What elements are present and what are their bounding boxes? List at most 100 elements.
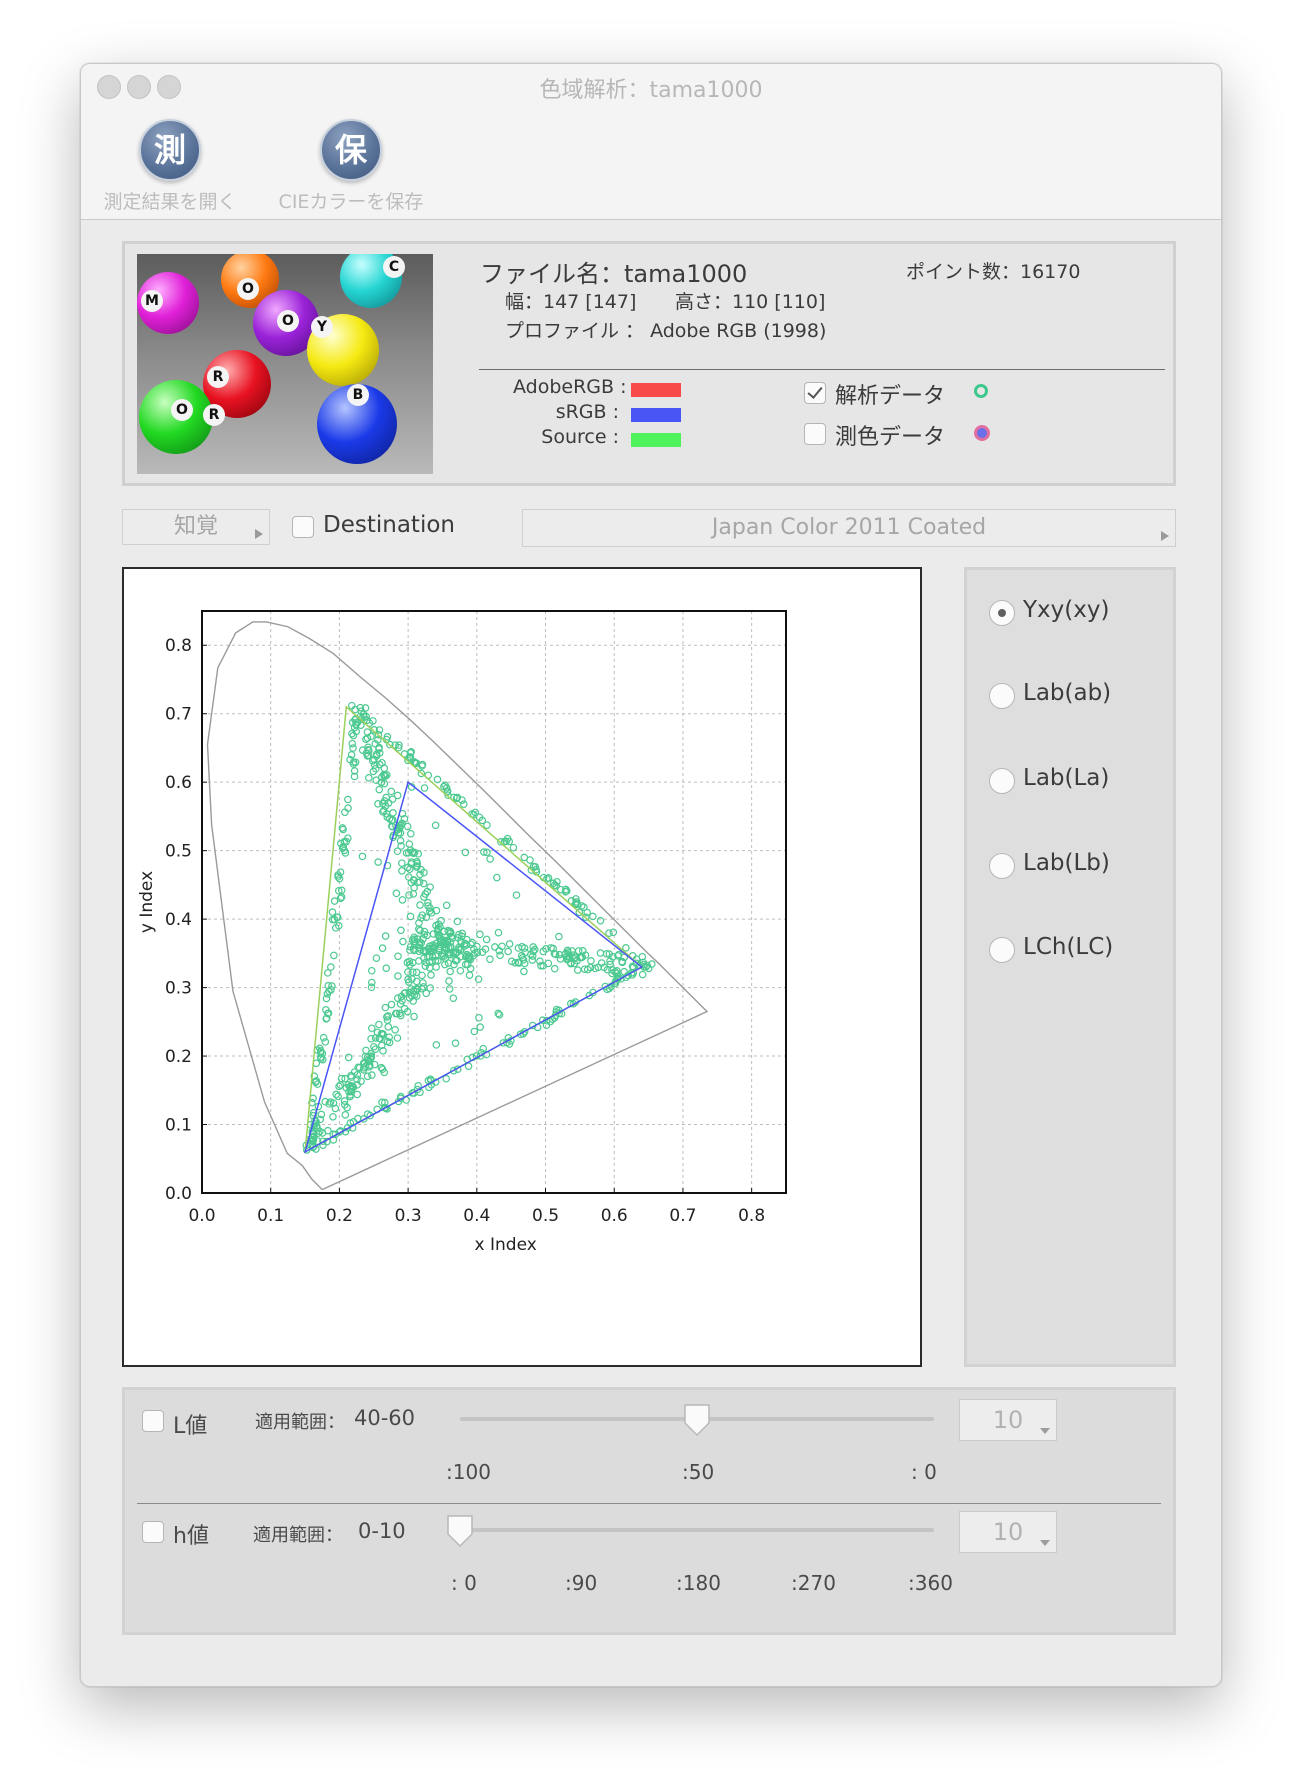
analysis-point bbox=[494, 928, 503, 937]
h-step-stepper[interactable]: 10 bbox=[959, 1511, 1057, 1553]
analysis-point bbox=[416, 901, 424, 909]
mode-radio[interactable] bbox=[989, 853, 1015, 879]
analysis-point bbox=[344, 795, 352, 804]
image-width: 幅：147 [147] bbox=[505, 291, 637, 313]
analysis-point bbox=[394, 952, 402, 961]
x-tick-label: 0.8 bbox=[738, 1206, 765, 1226]
file-name: ファイル名：tama1000 bbox=[480, 260, 748, 288]
save-cie-button[interactable]: 保 CIEカラーを保存 bbox=[271, 119, 431, 214]
h-tick-90: :90 bbox=[565, 1571, 598, 1595]
title-bar: 色域解析：tama1000 測 測定結果を開く 保 CIEカラーを保存 bbox=[81, 64, 1221, 220]
measure-icon: 測 bbox=[139, 119, 201, 181]
l-value-checkbox[interactable] bbox=[142, 1410, 164, 1432]
open-results-button[interactable]: 測 測定結果を開く bbox=[95, 119, 245, 214]
ball-letter: O bbox=[277, 310, 299, 332]
destination-checkbox[interactable] bbox=[292, 516, 314, 538]
analysis-point bbox=[520, 967, 528, 976]
analysis-point bbox=[442, 901, 451, 910]
analysis-point bbox=[476, 1023, 485, 1031]
y-tick-label: 0.1 bbox=[165, 1116, 192, 1136]
destination-profile-select[interactable]: Japan Color 2011 Coated bbox=[522, 509, 1176, 547]
y-tick-label: 0.2 bbox=[165, 1047, 192, 1067]
mode-label: Lab(ab) bbox=[1023, 680, 1112, 706]
h-slider-track[interactable] bbox=[460, 1528, 934, 1532]
slider-divider bbox=[137, 1503, 1161, 1504]
analysis-data-checkbox[interactable] bbox=[804, 382, 826, 404]
chevron-down-icon bbox=[1040, 1540, 1050, 1546]
analysis-point bbox=[622, 943, 630, 952]
mode-radio[interactable] bbox=[989, 937, 1015, 963]
gamut-analysis-window: 色域解析：tama1000 測 測定結果を開く 保 CIEカラーを保存 M O … bbox=[80, 63, 1222, 1687]
measured-data-label: 測色データ bbox=[835, 425, 946, 450]
analysis-point bbox=[461, 848, 470, 857]
y-tick-label: 0.6 bbox=[165, 773, 192, 793]
analysis-point bbox=[381, 932, 390, 940]
analysis-point bbox=[465, 971, 474, 979]
analysis-point bbox=[587, 956, 595, 965]
image-height: 高さ：110 [110] bbox=[675, 291, 826, 313]
source-image-thumbnail: M O C R Y B O R O bbox=[137, 254, 433, 474]
h-value-checkbox[interactable] bbox=[142, 1521, 164, 1543]
save-icon: 保 bbox=[320, 119, 382, 181]
analysis-point bbox=[475, 1013, 483, 1022]
analysis-point bbox=[486, 955, 494, 963]
analysis-marker-icon bbox=[974, 384, 988, 398]
analysis-point bbox=[550, 964, 559, 973]
y-tick-label: 0.4 bbox=[165, 910, 192, 930]
mode-radio[interactable] bbox=[989, 600, 1015, 626]
mode-radio[interactable] bbox=[989, 768, 1015, 794]
ball-letter: R bbox=[207, 366, 229, 388]
analysis-point bbox=[364, 774, 373, 782]
y-tick-label: 0.7 bbox=[165, 705, 192, 725]
l-slider-knob[interactable] bbox=[683, 1403, 711, 1437]
analysis-point bbox=[445, 977, 453, 985]
analysis-point bbox=[542, 1021, 551, 1029]
analysis-point bbox=[387, 1000, 396, 1009]
analysis-point bbox=[391, 1026, 399, 1034]
analysis-point bbox=[460, 800, 468, 809]
l-tick-100: :100 bbox=[446, 1460, 491, 1484]
ball-letter: C bbox=[383, 256, 405, 278]
analysis-point bbox=[446, 967, 454, 976]
legend-srgb-label: sRGB : bbox=[555, 401, 619, 423]
analysis-point bbox=[382, 964, 391, 972]
point-count: ポイント数：16170 bbox=[906, 261, 1081, 283]
analysis-point bbox=[399, 937, 407, 946]
ball-letter: R bbox=[203, 404, 225, 426]
analysis-point bbox=[451, 1039, 460, 1047]
rendering-intent-select[interactable]: 知覚 bbox=[122, 509, 270, 545]
analysis-point bbox=[504, 947, 512, 956]
analysis-point bbox=[544, 959, 553, 968]
measured-data-checkbox[interactable] bbox=[804, 423, 826, 445]
analysis-point bbox=[410, 1012, 418, 1021]
analysis-point bbox=[398, 867, 406, 875]
analysis-point bbox=[392, 889, 401, 898]
analysis-point bbox=[324, 969, 332, 977]
x-tick-label: 0.7 bbox=[669, 1206, 696, 1226]
filter-panel: L値 適用範囲： 40-60 :100 :50 : 0 10 h値 適用範囲： … bbox=[122, 1387, 1176, 1635]
legend-srgb-swatch bbox=[631, 408, 681, 422]
analysis-point bbox=[419, 879, 428, 888]
y-tick-label: 0.5 bbox=[165, 842, 192, 862]
analysis-point bbox=[509, 843, 518, 852]
x-tick-label: 0.1 bbox=[257, 1206, 284, 1226]
analysis-point bbox=[422, 989, 431, 998]
y-tick-label: 0.8 bbox=[165, 636, 192, 656]
y-axis-label: y Index bbox=[137, 871, 157, 933]
analysis-point bbox=[453, 917, 462, 926]
analysis-point bbox=[368, 1024, 376, 1033]
save-cie-label: CIEカラーを保存 bbox=[278, 191, 424, 213]
h-value-label: h値 bbox=[173, 1524, 209, 1549]
legend-adobergb-label: AdobeRGB : bbox=[513, 376, 627, 398]
analysis-point bbox=[321, 1038, 330, 1046]
l-step-stepper[interactable]: 10 bbox=[959, 1399, 1057, 1441]
analysis-point bbox=[397, 926, 405, 935]
mode-radio[interactable] bbox=[989, 683, 1015, 709]
analysis-point bbox=[476, 930, 484, 939]
analysis-point bbox=[486, 855, 494, 863]
analysis-point bbox=[329, 1112, 337, 1121]
popup-arrow-icon bbox=[255, 529, 263, 539]
analysis-point bbox=[405, 891, 413, 899]
analysis-point bbox=[384, 1023, 393, 1031]
h-slider-knob[interactable] bbox=[446, 1514, 474, 1548]
